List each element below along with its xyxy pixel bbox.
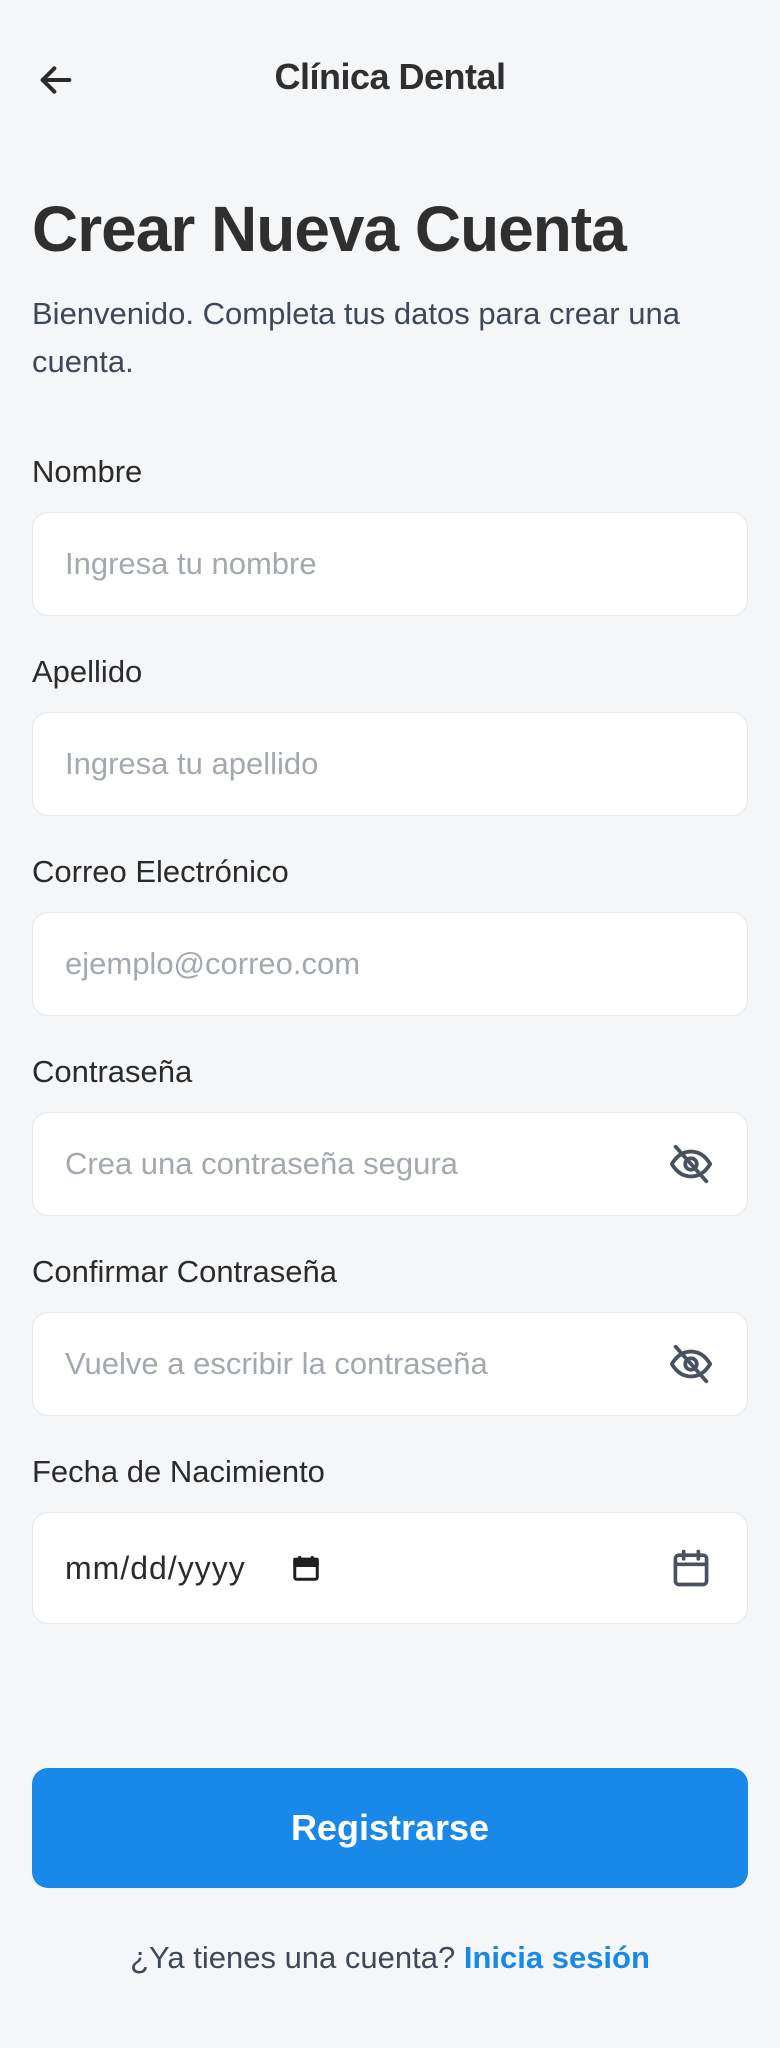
email-label: Correo Electrónico: [32, 854, 289, 889]
app-title: Clínica Dental: [274, 56, 506, 97]
birth-date-field[interactable]: mm/dd/yyyy: [32, 1512, 748, 1624]
native-date-picker-button[interactable]: [286, 1548, 326, 1588]
calendar-icon: [292, 1556, 319, 1581]
login-link[interactable]: Inicia sesión: [464, 1940, 650, 1975]
first-name-field: [32, 512, 748, 616]
first-name-input[interactable]: [65, 546, 715, 582]
last-name-input[interactable]: [65, 746, 715, 782]
page-subtitle: Bienvenido. Completa tus datos para crea…: [32, 296, 680, 379]
eye-off-icon: [669, 1144, 713, 1184]
confirm-password-field: [32, 1312, 748, 1416]
confirm-password-label: Confirmar Contraseña: [32, 1254, 337, 1289]
first-name-label: Nombre: [32, 454, 143, 489]
toggle-password-visibility-button[interactable]: [667, 1140, 715, 1188]
confirm-password-input[interactable]: [65, 1346, 667, 1382]
app-header: Clínica Dental: [0, 0, 780, 160]
password-label: Contraseña: [32, 1054, 193, 1089]
toggle-confirm-password-visibility-button[interactable]: [667, 1340, 715, 1388]
password-input[interactable]: [65, 1146, 667, 1182]
page-title: Crear Nueva Cuenta: [32, 193, 627, 265]
email-field: [32, 912, 748, 1016]
eye-off-icon: [669, 1344, 713, 1384]
birth-date-value[interactable]: mm/dd/yyyy: [65, 1550, 246, 1587]
login-prompt: ¿Ya tienes una cuenta? Inicia sesión: [0, 1940, 780, 1976]
login-prompt-text: ¿Ya tienes una cuenta?: [130, 1940, 456, 1975]
calendar-button[interactable]: [667, 1544, 715, 1592]
last-name-label: Apellido: [32, 654, 143, 689]
calendar-icon: [673, 1549, 709, 1587]
register-button[interactable]: Registrarse: [32, 1768, 748, 1888]
birth-date-label: Fecha de Nacimiento: [32, 1454, 325, 1489]
last-name-field: [32, 712, 748, 816]
email-input[interactable]: [65, 946, 715, 982]
password-field: [32, 1112, 748, 1216]
register-screen: Clínica Dental Crear Nueva Cuenta Bienve…: [0, 0, 780, 2048]
